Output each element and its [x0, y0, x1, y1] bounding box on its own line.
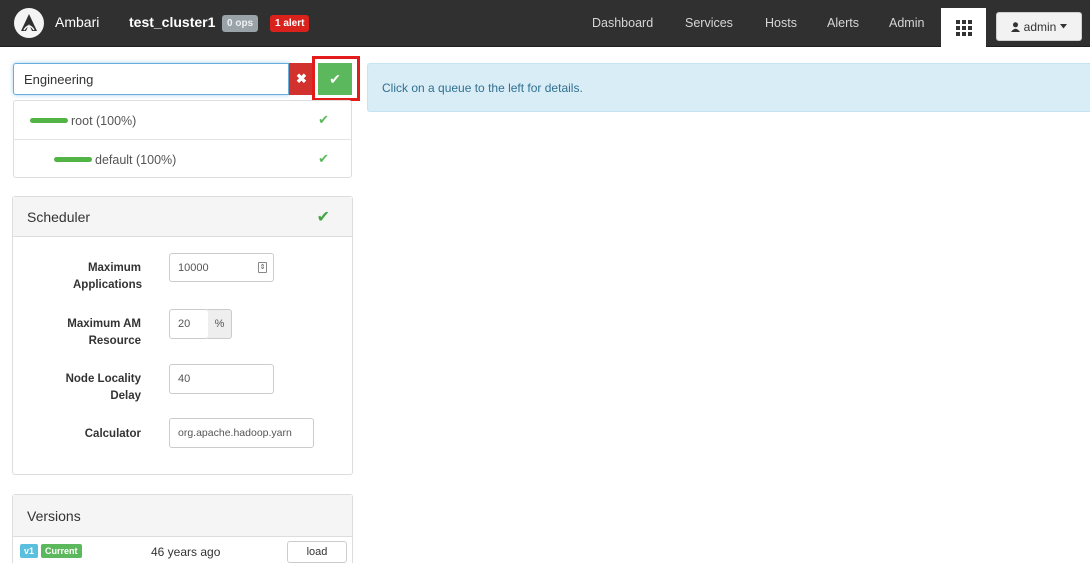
clear-queue-button[interactable]: ✖ [289, 63, 314, 95]
ops-badge[interactable]: 0 ops [222, 15, 259, 32]
nav-services[interactable]: Services [685, 16, 733, 30]
nav-dashboard[interactable]: Dashboard [592, 16, 653, 30]
max-am-resource-input[interactable]: 20 [169, 309, 209, 339]
grid-icon [955, 19, 972, 36]
caret-down-icon [1060, 24, 1068, 29]
nav-hosts[interactable]: Hosts [765, 16, 797, 30]
ambari-logo-icon[interactable] [14, 8, 44, 38]
queue-name-input[interactable] [13, 63, 289, 95]
max-am-resource-label: Maximum AM Resource [67, 318, 141, 347]
top-navbar: Ambari test_cluster1 0 ops 1 alert Dashb… [0, 0, 1090, 47]
queue-capacity-bar [54, 157, 92, 162]
versions-header: Versions [13, 495, 352, 537]
node-locality-delay-label: Node Locality Delay [65, 373, 141, 402]
scheduler-title: Scheduler [27, 209, 91, 225]
check-icon: ✔ [316, 209, 330, 226]
highlight-box [312, 56, 360, 101]
nav-alerts[interactable]: Alerts [827, 16, 859, 30]
queue-row-default[interactable]: default (100%) ✔ [14, 139, 351, 177]
version-timestamp: 46 years ago [151, 545, 221, 559]
max-applications-label: Maximum Applications [73, 262, 143, 291]
close-icon: ✖ [296, 71, 307, 86]
percent-addon: % [208, 309, 232, 339]
scheduler-panel: Scheduler ✔ Maximum Applications 10000 ⇕… [12, 196, 353, 475]
queue-label: root (100%) [71, 114, 137, 128]
alert-badge[interactable]: 1 alert [270, 15, 310, 32]
max-applications-input[interactable]: 10000 ⇕ [169, 253, 274, 282]
scheduler-header: Scheduler ✔ [13, 197, 352, 237]
info-message: Click on a queue to the left for details… [382, 81, 583, 95]
calculator-label: Calculator [84, 428, 141, 440]
queue-row-root[interactable]: root (100%) ✔ [14, 101, 351, 139]
check-icon: ✔ [318, 151, 329, 166]
queue-tree: root (100%) ✔ default (100%) ✔ [13, 100, 352, 178]
versions-title: Versions [27, 508, 81, 524]
current-badge: Current [41, 544, 82, 558]
check-icon: ✔ [318, 112, 329, 127]
user-name: admin [1023, 19, 1057, 34]
spinner-icon[interactable]: ⇕ [258, 262, 267, 273]
info-alert: Click on a queue to the left for details… [367, 63, 1090, 112]
app-switcher-button[interactable] [941, 8, 986, 47]
nav-admin[interactable]: Admin [889, 16, 924, 30]
user-icon [1010, 21, 1020, 32]
node-locality-delay-input[interactable]: 40 [169, 364, 274, 394]
cluster-name[interactable]: test_cluster1 [129, 14, 215, 30]
calculator-input[interactable]: org.apache.hadoop.yarn [169, 418, 314, 448]
brand-name[interactable]: Ambari [55, 14, 99, 30]
queue-label: default (100%) [95, 153, 177, 167]
version-badge: v1 [20, 544, 39, 558]
user-menu-button[interactable]: admin [996, 12, 1082, 41]
versions-panel: Versions v1 Current 46 years ago load [12, 494, 353, 563]
load-version-button[interactable]: load [287, 541, 347, 563]
queue-capacity-bar [30, 118, 68, 123]
